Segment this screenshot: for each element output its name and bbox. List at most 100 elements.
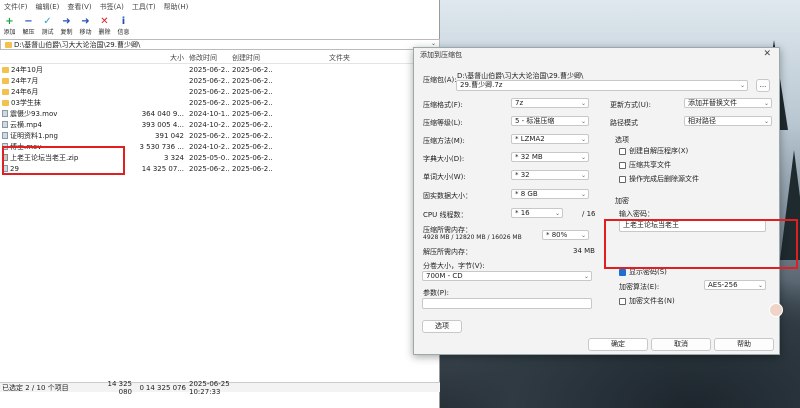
column-header: 大小 修改时间 创建时间 文件夹 文件: [0, 53, 440, 64]
file-icon: [2, 110, 8, 117]
check-icon: ✓: [43, 16, 52, 27]
file-created: 2025-06-2...: [232, 142, 272, 151]
status-bar: 已选定 2 / 10 个项目 14 325 080 0 14 325 076 2…: [0, 380, 440, 396]
pathmode-select[interactable]: 相对路径 ⌄: [684, 116, 772, 126]
toolbar-button-解压[interactable]: − 解压: [21, 16, 36, 36]
toolbar-button-移动[interactable]: ➜ 移动: [78, 16, 93, 36]
status-size1: 14 325 080: [107, 379, 133, 396]
folder-icon: [2, 77, 9, 84]
table-row[interactable]: 震慑少93.mov 364 040 9... 2024-10-1... 2025-06…: [0, 108, 440, 119]
level-label: 压缩等级(L):: [423, 119, 463, 127]
word-label: 单词大小(W):: [423, 173, 466, 181]
file-modified: 2025-06-2...: [189, 164, 229, 173]
address-text: D:\基督山伯爵\习大大论治国\29.曹少卿\: [14, 40, 141, 49]
file-manager-window: 文件(F) 编辑(E) 查看(V) 书签(A) 工具(T) 帮助(H) + 添加 − 解压 ✓ 测试…: [0, 0, 440, 408]
threads-select[interactable]: * 16 ⌄: [511, 208, 563, 218]
menu-item[interactable]: 查看(V): [67, 2, 91, 12]
file-name: 证明资料1.png: [10, 131, 59, 140]
file-size: 14 325 07...: [141, 164, 184, 173]
shared-checkbox[interactable]: 压缩共享文件: [619, 160, 671, 170]
encrypt-names-checkbox[interactable]: 加密文件名(N): [619, 296, 675, 306]
archive-name-combo[interactable]: 29.曹少卿.7z ⌄: [456, 80, 748, 91]
dict-select[interactable]: * 32 MB ⌄: [511, 152, 589, 162]
file-modified: 2024-10-2...: [189, 142, 229, 151]
table-row[interactable]: 03学生抹 2025-06-2... 2025-06-2...: [0, 97, 440, 108]
toolbar-label: 测试: [41, 29, 54, 36]
folder-icon: [5, 41, 12, 48]
help-button[interactable]: 帮助: [714, 338, 774, 351]
toolbar-label: 信息: [117, 29, 130, 36]
menu-item[interactable]: 书签(A): [100, 2, 124, 12]
add-to-archive-dialog: 添加到压缩包 ✕ 压缩包(A): D:\基督山伯爵\习大大论治国\29.曹少卿\…: [413, 47, 780, 355]
menu-bar: 文件(F) 编辑(E) 查看(V) 书签(A) 工具(T) 帮助(H): [0, 0, 439, 14]
solid-select[interactable]: * 8 GB ⌄: [511, 189, 589, 199]
address-bar[interactable]: D:\基督山伯爵\习大大论治国\29.曹少卿\ ⌄: [0, 39, 440, 50]
file-size: 3 530 736 ...: [139, 142, 184, 151]
menu-item[interactable]: 帮助(H): [164, 2, 189, 12]
minus-icon: −: [24, 16, 33, 27]
status-size3: 14 325 076: [145, 383, 186, 392]
update-select[interactable]: 添加并替换文件 ⌄: [684, 98, 772, 108]
file-name: 云横.mp4: [10, 120, 42, 129]
col-size[interactable]: 大小: [120, 53, 186, 64]
file-created: 2025-06-2...: [232, 87, 272, 96]
format-select[interactable]: 7z ⌄: [511, 98, 589, 108]
file-modified: 2025-06-2...: [189, 87, 229, 96]
file-created: 2025-06-2...: [232, 109, 272, 118]
split-combo[interactable]: 700M - CD ⌄: [422, 271, 592, 281]
word-select[interactable]: * 32 ⌄: [511, 170, 589, 180]
col-created[interactable]: 创建时间: [229, 53, 272, 64]
col-name[interactable]: [0, 53, 120, 64]
table-row[interactable]: 24年7月 2025-06-2... 2025-06-2...: [0, 75, 440, 86]
file-modified: 2025-06-2...: [189, 76, 229, 85]
ok-button[interactable]: 确定: [588, 338, 648, 351]
threads-total: / 16: [582, 210, 596, 218]
cancel-button[interactable]: 取消: [651, 338, 711, 351]
delete-after-checkbox[interactable]: 操作完成后删除源文件: [619, 174, 699, 184]
menu-item[interactable]: 编辑(E): [36, 2, 60, 12]
method-select[interactable]: * LZMA2 ⌄: [511, 134, 589, 144]
move-arrow-icon: ➜: [81, 16, 90, 27]
solid-label: 固实数据大小：: [423, 192, 472, 200]
toolbar-button-信息[interactable]: i 信息: [116, 16, 131, 36]
update-label: 更新方式(U):: [610, 101, 651, 109]
chevron-down-icon[interactable]: ⌄: [431, 40, 436, 47]
threads-label: CPU 线程数：: [423, 211, 468, 219]
mem-select[interactable]: * 80% ⌄: [542, 230, 589, 240]
params-input[interactable]: [422, 298, 592, 309]
chevron-down-icon: ⌄: [739, 82, 745, 89]
table-row[interactable]: 24年6月 2025-06-2... 2025-06-2...: [0, 86, 440, 97]
close-icon[interactable]: ✕: [763, 49, 771, 59]
pathmode-label: 路径模式: [610, 119, 638, 127]
table-row[interactable]: 云横.mp4 393 005 4... 2024-10-2... 2025-06-2.…: [0, 119, 440, 130]
file-size: 391 042: [155, 131, 184, 140]
browse-button[interactable]: ...: [756, 79, 770, 92]
options-button[interactable]: 选项: [422, 320, 462, 333]
menu-item[interactable]: 工具(T): [132, 2, 156, 12]
decomp-label: 解压所需内存：: [423, 248, 472, 256]
enc-method-label: 加密算法(E):: [619, 283, 660, 291]
toolbar-button-复制[interactable]: ➜ 复制: [59, 16, 74, 36]
sfx-checkbox[interactable]: 创建自解压程序(X): [619, 146, 688, 156]
table-row[interactable]: 证明资料1.png 391 042 2025-06-2... 2025-06-2...: [0, 130, 440, 141]
toolbar-button-添加[interactable]: + 添加: [2, 16, 17, 36]
file-size: 393 005 4...: [141, 120, 184, 129]
table-row[interactable]: 24年10月 2025-06-2... 2025-06-2...: [0, 64, 440, 75]
file-name: 03学生抹: [11, 98, 41, 107]
toolbar-button-删除[interactable]: ✕ 删除: [97, 16, 112, 36]
avatar[interactable]: [769, 303, 783, 317]
file-modified: 2024-10-1...: [189, 109, 229, 118]
file-name: 震慑少93.mov: [10, 109, 58, 118]
col-modified[interactable]: 修改时间: [186, 53, 229, 64]
enc-method-select[interactable]: AES-256 ⌄: [704, 280, 766, 290]
copy-arrow-icon: ➜: [62, 16, 71, 27]
toolbar-button-测试[interactable]: ✓ 测试: [40, 16, 55, 36]
menu-item[interactable]: 文件(F): [4, 2, 28, 12]
toolbar: + 添加 − 解压 ✓ 测试 ➜ 复制 ➜ 移动 ✕ 删除 i 信息: [0, 14, 439, 36]
file-modified: 2025-05-0...: [189, 153, 229, 162]
col-folders[interactable]: 文件夹: [272, 53, 350, 64]
file-icon: [2, 121, 8, 128]
highlight-box: [604, 219, 798, 269]
file-size: 364 040 9...: [141, 109, 184, 118]
level-select[interactable]: 5 - 标准压缩 ⌄: [511, 116, 589, 126]
